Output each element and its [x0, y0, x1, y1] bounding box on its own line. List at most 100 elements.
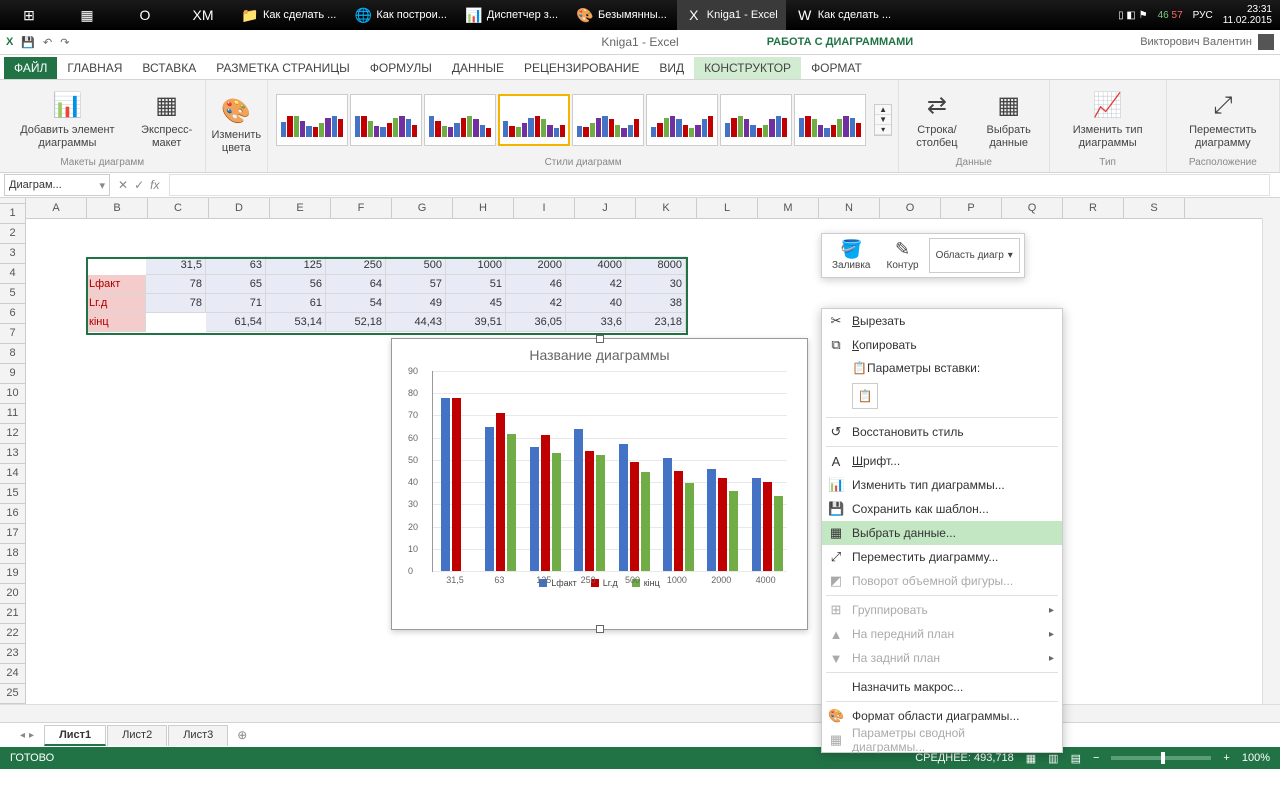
- taskbar-item[interactable]: ⊞: [1, 0, 57, 30]
- cm-save-template[interactable]: 💾Сохранить как шаблон...: [822, 497, 1062, 521]
- account-name[interactable]: Викторович Валентин: [1140, 36, 1252, 48]
- switch-row-column-button[interactable]: ⇄Строка/столбец: [905, 90, 969, 149]
- quick-layout-button[interactable]: ▦Экспресс-макет: [135, 90, 199, 149]
- cell[interactable]: Lг.д: [86, 294, 146, 313]
- cell[interactable]: 51: [446, 275, 506, 294]
- cell[interactable]: 52,18: [326, 313, 386, 332]
- taskbar-item[interactable]: XM: [175, 0, 231, 30]
- taskbar-item[interactable]: 🎨Безымянны...: [568, 0, 675, 30]
- style-thumb[interactable]: [276, 94, 348, 146]
- zoom-out-button[interactable]: −: [1093, 752, 1099, 764]
- cell[interactable]: 39,51: [446, 313, 506, 332]
- row-headers[interactable]: 1234567891011121314151617181920212223242…: [0, 198, 26, 704]
- chart-plot-area[interactable]: 010203040506070809031,563125250500100020…: [432, 371, 787, 572]
- ribbon-tab[interactable]: ГЛАВНАЯ: [57, 57, 132, 79]
- ribbon-tab[interactable]: КОНСТРУКТОР: [694, 57, 801, 79]
- cm-cut[interactable]: ✂Вырезать: [822, 309, 1062, 333]
- cell[interactable]: 61,54: [206, 313, 266, 332]
- view-break-icon[interactable]: ▤: [1071, 752, 1081, 765]
- style-thumb[interactable]: [794, 94, 866, 146]
- ribbon-tab[interactable]: ВИД: [649, 57, 694, 79]
- ribbon-tab[interactable]: РЕЦЕНЗИРОВАНИЕ: [514, 57, 649, 79]
- view-page-icon[interactable]: ▥: [1048, 752, 1058, 765]
- vertical-scrollbar[interactable]: [1262, 218, 1280, 704]
- grid[interactable]: ABCDEFGHIJKLMNOPQRS 31,56312525050010002…: [26, 198, 1280, 704]
- cm-change-chart-type[interactable]: 📊Изменить тип диаграммы...: [822, 473, 1062, 497]
- cell[interactable]: 78: [146, 294, 206, 313]
- gallery-scroll[interactable]: ▲▼▾: [874, 104, 892, 136]
- cell[interactable]: 57: [386, 275, 446, 294]
- column-headers[interactable]: ABCDEFGHIJKLMNOPQRS: [26, 198, 1280, 219]
- cell[interactable]: 33,6: [566, 313, 626, 332]
- cell[interactable]: 53,14: [266, 313, 326, 332]
- chart-area-dropdown[interactable]: Область диагр▾: [929, 238, 1020, 273]
- style-thumb[interactable]: [646, 94, 718, 146]
- cell[interactable]: 36,05: [506, 313, 566, 332]
- cm-select-data[interactable]: ▦Выбрать данные...: [822, 521, 1062, 545]
- cell[interactable]: 46: [506, 275, 566, 294]
- outline-button[interactable]: ✎Контур: [881, 238, 925, 273]
- cell[interactable]: 44,43: [386, 313, 446, 332]
- sheet-tab[interactable]: Лист2: [107, 725, 167, 746]
- cell[interactable]: Lфакт: [86, 275, 146, 294]
- cell[interactable]: 78: [146, 275, 206, 294]
- change-colors-button[interactable]: 🎨Изменить цвета: [212, 95, 262, 154]
- ribbon-tab[interactable]: ВСТАВКА: [132, 57, 206, 79]
- qat-undo-icon[interactable]: ↶: [43, 36, 52, 49]
- cell[interactable]: 250: [326, 256, 386, 275]
- fx-icon[interactable]: fx: [150, 178, 159, 192]
- cell[interactable]: 38: [626, 294, 686, 313]
- fill-button[interactable]: 🪣Заливка: [826, 238, 877, 273]
- cell[interactable]: 56: [266, 275, 326, 294]
- cell[interactable]: 63: [206, 256, 266, 275]
- cell[interactable]: 31,5: [146, 256, 206, 275]
- cell[interactable]: 65: [206, 275, 266, 294]
- ribbon-tab[interactable]: ФОРМУЛЫ: [360, 57, 442, 79]
- cm-format-chart-area[interactable]: 🎨Формат области диаграммы...: [822, 704, 1062, 728]
- cm-move-chart[interactable]: ⤢Переместить диаграмму...: [822, 545, 1062, 569]
- cell[interactable]: 125: [266, 256, 326, 275]
- clock[interactable]: 23:3111.02.2015: [1223, 4, 1272, 26]
- taskbar-item[interactable]: O: [117, 0, 173, 30]
- cm-assign-macro[interactable]: Назначить макрос...: [822, 675, 1062, 699]
- cell[interactable]: 8000: [626, 256, 686, 275]
- cell[interactable]: кінц: [86, 313, 146, 332]
- select-data-button[interactable]: ▦Выбрать данные: [975, 90, 1043, 149]
- cancel-formula-icon[interactable]: ✕: [118, 178, 128, 192]
- cell[interactable]: 1000: [446, 256, 506, 275]
- style-thumb[interactable]: [498, 94, 570, 146]
- cm-copy[interactable]: ⧉Копировать: [822, 333, 1062, 357]
- add-chart-element-button[interactable]: 📊Добавить элемент диаграммы: [6, 90, 129, 149]
- new-sheet-button[interactable]: ⊕: [229, 728, 255, 742]
- embedded-chart[interactable]: Название диаграммы 010203040506070809031…: [391, 338, 808, 630]
- cell[interactable]: 54: [326, 294, 386, 313]
- zoom-slider[interactable]: [1111, 756, 1211, 760]
- cell[interactable]: 4000: [566, 256, 626, 275]
- language-indicator[interactable]: РУС: [1193, 10, 1213, 21]
- sheet-tab[interactable]: Лист3: [168, 725, 228, 746]
- cm-paste-option[interactable]: 📋: [822, 377, 1062, 415]
- ribbon-tab[interactable]: ФОРМАТ: [801, 57, 872, 79]
- style-thumb[interactable]: [424, 94, 496, 146]
- zoom-in-button[interactable]: +: [1223, 752, 1229, 764]
- cell[interactable]: 40: [566, 294, 626, 313]
- chart-title[interactable]: Название диаграммы: [392, 339, 807, 371]
- cell[interactable]: 64: [326, 275, 386, 294]
- qat-save-icon[interactable]: 💾: [21, 36, 35, 49]
- taskbar-item[interactable]: 📊Диспетчер з...: [457, 0, 566, 30]
- style-thumb[interactable]: [720, 94, 792, 146]
- sheet-tab[interactable]: Лист1: [44, 725, 106, 746]
- cell[interactable]: 23,18: [626, 313, 686, 332]
- horizontal-scrollbar[interactable]: [0, 704, 1280, 722]
- cell[interactable]: 500: [386, 256, 446, 275]
- taskbar-item[interactable]: WКак сделать ...: [788, 0, 899, 30]
- cm-restore-style[interactable]: ↺Восстановить стиль: [822, 420, 1062, 444]
- qat-redo-icon[interactable]: ↷: [60, 36, 69, 49]
- cell[interactable]: 71: [206, 294, 266, 313]
- ribbon-tab[interactable]: ДАННЫЕ: [442, 57, 514, 79]
- taskbar-item[interactable]: 📁Как сделать ...: [233, 0, 344, 30]
- taskbar-item[interactable]: XKniga1 - Excel: [677, 0, 786, 30]
- cell[interactable]: 2000: [506, 256, 566, 275]
- cell[interactable]: 61: [266, 294, 326, 313]
- cell[interactable]: 42: [566, 275, 626, 294]
